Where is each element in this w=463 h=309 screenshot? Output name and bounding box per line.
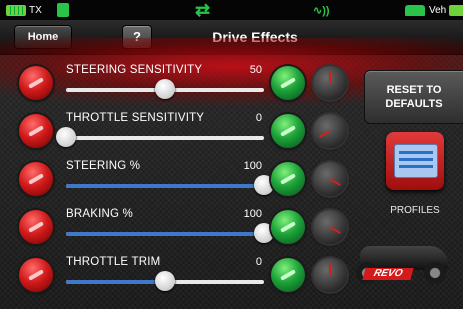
dial-gauge-icon [313,66,347,100]
setting-row: STEERING SENSITIVITY 50 [0,60,360,108]
tx-status: TX [6,3,42,17]
reset-to-defaults-button[interactable]: RESET TO DEFAULTS [364,70,463,124]
dial-gauge-icon [313,210,347,244]
link-arrows-icon: ⇄ [195,0,211,20]
home-button[interactable]: Home [14,25,72,49]
nav-bar: Home ? Drive Effects [0,20,463,55]
setting-value: 0 [255,112,262,124]
veh-status: Veh [405,3,463,17]
help-button[interactable]: ? [122,25,152,49]
reset-label-line2: DEFAULTS [385,98,443,110]
folder-icon [394,144,438,178]
phone-icon [57,3,69,17]
setting-label: THROTTLE SENSITIVITY [66,112,205,124]
profiles-icon[interactable] [386,132,444,190]
tx-battery-icon [6,4,26,16]
increase-button[interactable] [271,162,305,196]
decrease-button[interactable] [19,162,53,196]
decrease-button[interactable] [19,210,53,244]
truck-image [350,232,463,292]
slider-thumb[interactable] [155,79,175,99]
slider-track [66,136,264,140]
setting-slider[interactable] [66,223,274,243]
veh-label: Veh [429,4,447,16]
profiles-label[interactable]: PROFILES [378,205,452,216]
slider-fill [66,184,264,188]
setting-row: THROTTLE SENSITIVITY 0 [0,108,360,156]
page-title: Drive Effects [212,29,298,45]
dial-gauge-icon [313,162,347,196]
decrease-button[interactable] [19,66,53,100]
increase-button[interactable] [271,114,305,148]
revo-logo: REVO [362,268,414,280]
setting-label: THROTTLE TRIM [66,256,161,268]
increase-button[interactable] [271,66,305,100]
vehicle-icon [405,4,425,16]
setting-value: 100 [243,208,262,220]
setting-label: STEERING SENSITIVITY [66,64,203,76]
signal-icon: ∿)) [313,4,330,17]
setting-slider[interactable] [56,127,264,147]
slider-thumb[interactable] [155,271,175,291]
dial-gauge-icon [313,258,347,292]
setting-value: 0 [255,256,262,268]
setting-row: THROTTLE TRIM 0 [0,252,360,300]
slider-thumb[interactable] [56,127,76,147]
setting-label: STEERING % [66,160,141,172]
decrease-button[interactable] [19,258,53,292]
setting-value: 100 [243,160,262,172]
setting-slider[interactable] [66,175,274,195]
setting-label: BRAKING % [66,208,133,220]
increase-button[interactable] [271,210,305,244]
veh-battery-icon [449,4,463,16]
app-frame: TX ⇄ ∿)) Veh Home ? Drive Effects STEERI… [0,0,463,309]
setting-slider[interactable] [66,79,264,99]
reset-label-line1: RESET TO [386,84,442,96]
setting-row: STEERING % 100 [0,156,360,204]
setting-row: BRAKING % 100 [0,204,360,252]
slider-fill [66,280,165,284]
increase-button[interactable] [271,258,305,292]
slider-fill [66,232,264,236]
decrease-button[interactable] [19,114,53,148]
status-bar: TX ⇄ ∿)) Veh [0,0,463,20]
setting-slider[interactable] [66,271,264,291]
setting-value: 50 [249,64,262,76]
tx-label: TX [29,4,42,16]
dial-gauge-icon [313,114,347,148]
